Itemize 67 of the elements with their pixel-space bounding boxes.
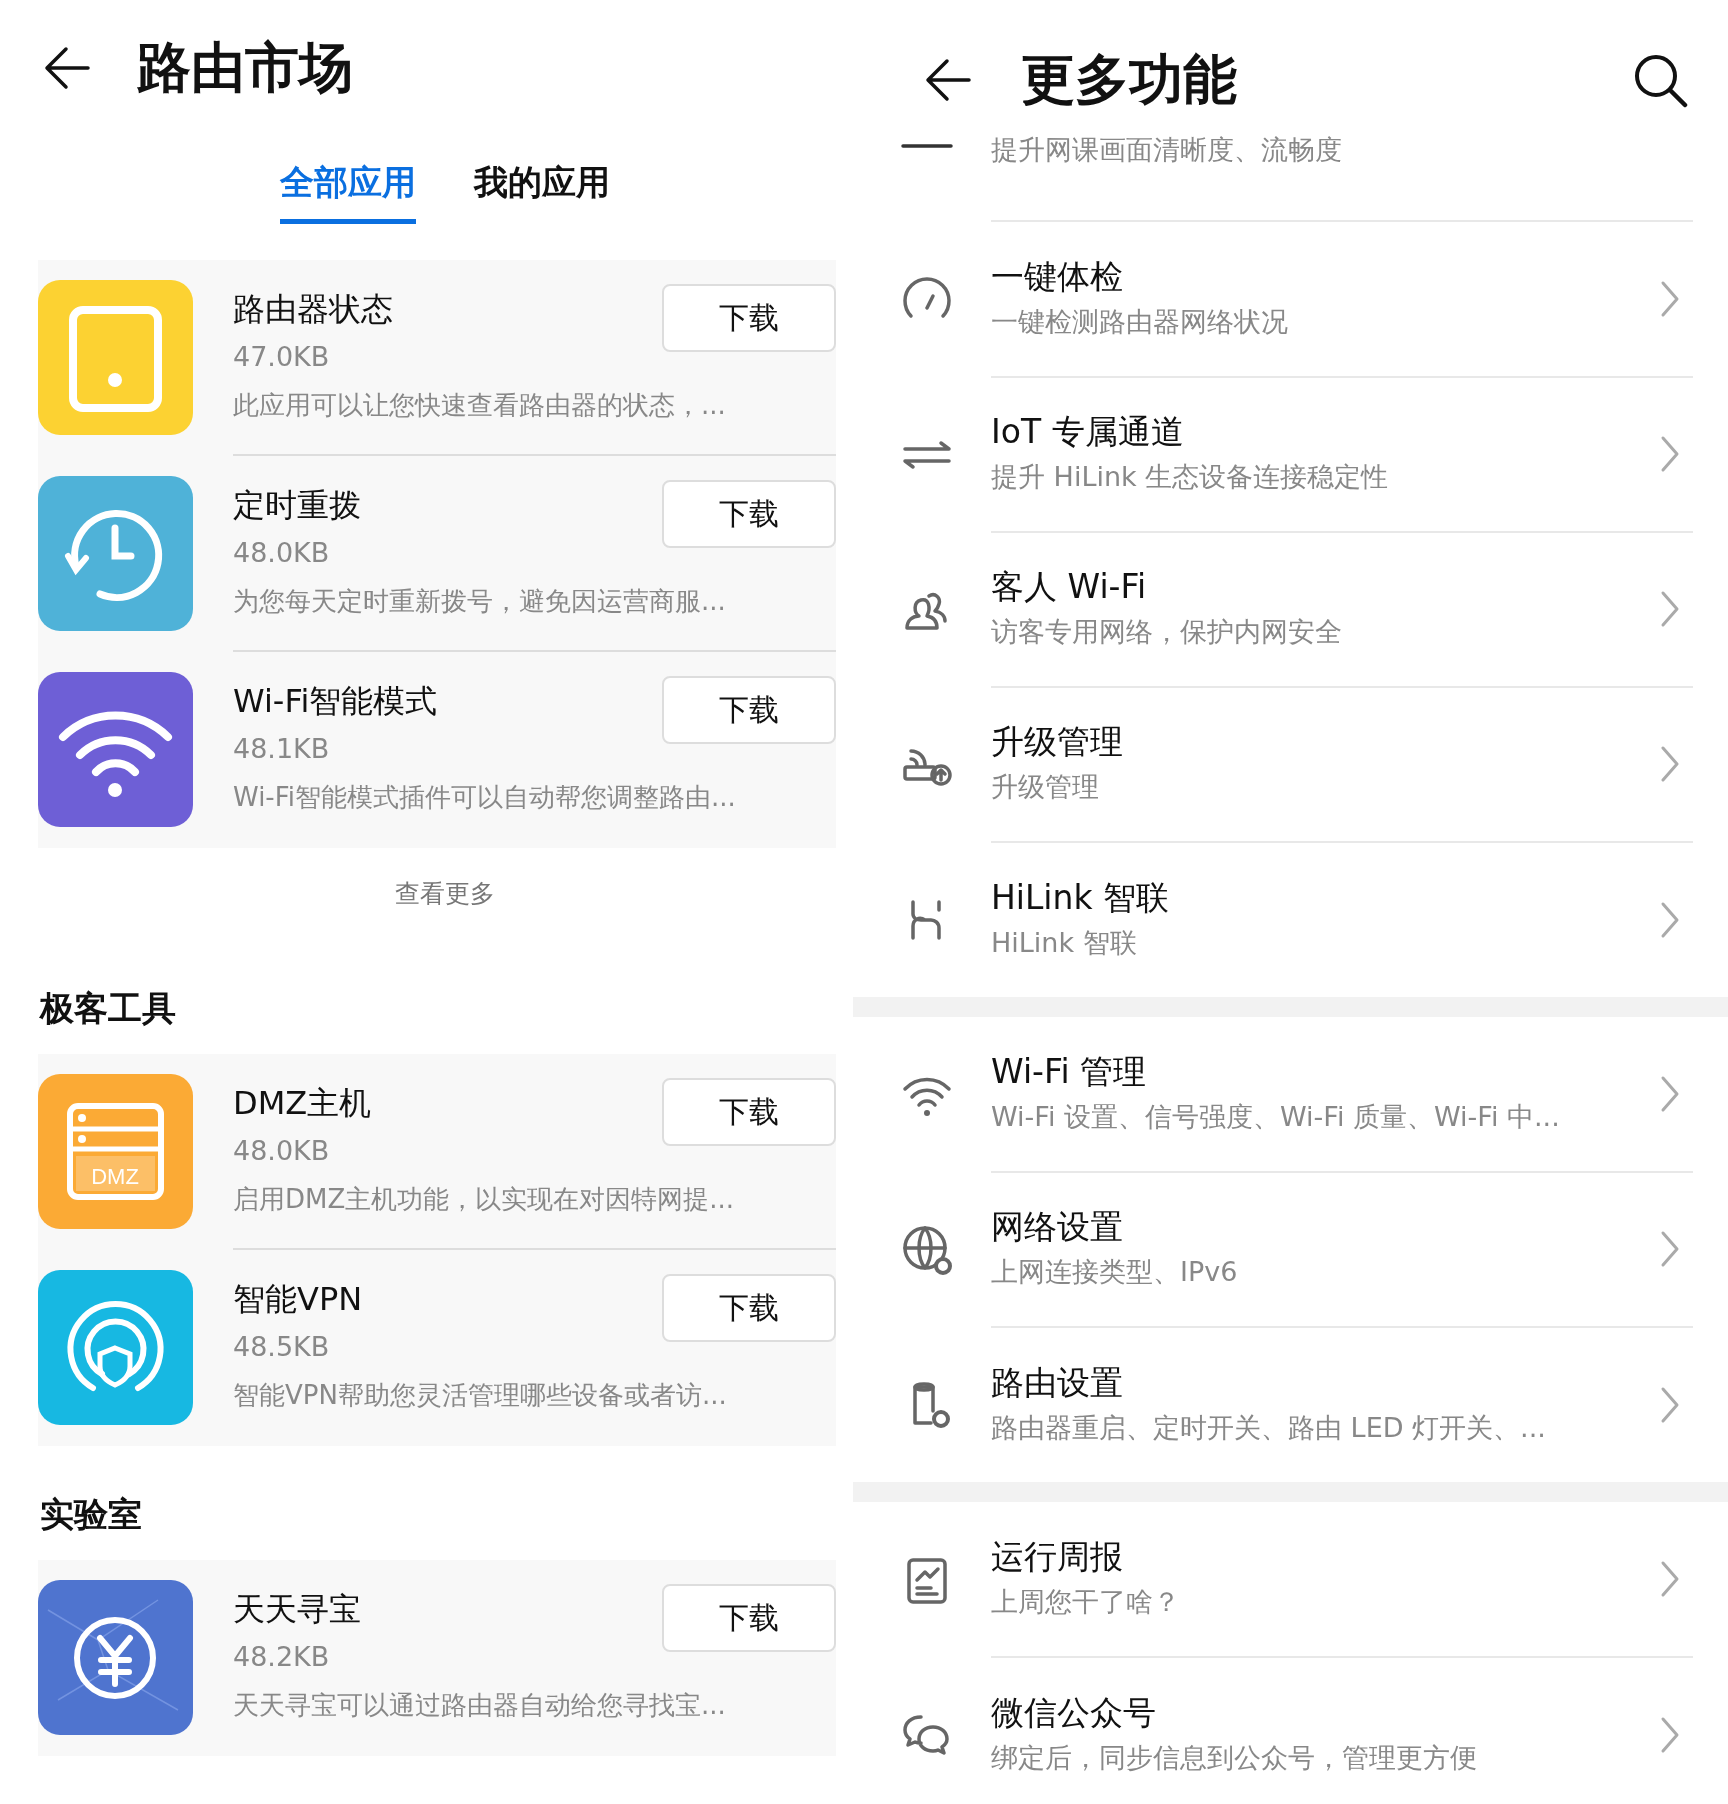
- search-icon[interactable]: [1632, 52, 1688, 108]
- item-title: 微信公众号: [991, 1691, 1157, 1734]
- item-title: 网络设置: [991, 1205, 1124, 1248]
- app-description: 启用DMZ主机功能，以实现在对因特网提...: [233, 1183, 736, 1216]
- item-title: 运行周报: [991, 1535, 1124, 1578]
- settings-row[interactable]: Wi-Fi 管理 Wi-Fi 设置、信号强度、Wi-Fi 质量、Wi-Fi 中...: [853, 1017, 1728, 1172]
- item-subtitle: 升级管理: [991, 769, 1100, 804]
- app-description: 此应用可以让您快速查看路由器的状态，...: [233, 389, 727, 422]
- download-button[interactable]: 下载: [662, 1078, 836, 1146]
- back-icon[interactable]: [42, 45, 92, 91]
- settings-row[interactable]: 微信公众号 绑定后，同步信息到公众号，管理更方便: [853, 1657, 1728, 1804]
- item-subtitle: 提升 HiLink 生态设备连接稳定性: [991, 459, 1390, 494]
- item-title: IoT 专属通道: [991, 410, 1185, 453]
- item-title: 升级管理: [991, 720, 1124, 763]
- settings-row[interactable]: IoT 专属通道 提升 HiLink 生态设备连接稳定性: [853, 377, 1728, 532]
- app-size: 48.5KB: [233, 1330, 331, 1364]
- download-button[interactable]: 下载: [662, 1584, 836, 1652]
- page-title: 更多功能: [1021, 46, 1238, 113]
- app-description: Wi-Fi智能模式插件可以自动帮您调整路由...: [233, 781, 737, 814]
- app-size: 48.2KB: [233, 1640, 331, 1674]
- app-name: Wi-Fi智能模式: [233, 681, 439, 722]
- item-title: Wi-Fi 管理: [991, 1050, 1148, 1093]
- app-name: DMZ主机: [233, 1083, 373, 1124]
- item-subtitle: 绑定后，同步信息到公众号，管理更方便: [991, 1740, 1478, 1775]
- app-name: 智能VPN: [233, 1279, 364, 1320]
- app-size: 47.0KB: [233, 340, 331, 374]
- page-title: 路由市场: [137, 34, 353, 101]
- item-subtitle: 上周您干了啥？: [991, 1584, 1181, 1619]
- server-icon: DMZ: [38, 1074, 193, 1229]
- section-heading: 极客工具: [40, 987, 177, 1030]
- settings-row[interactable]: 一键体检 一键检测路由器网络状况: [853, 222, 1728, 377]
- item-subtitle: 上网连接类型、IPv6: [991, 1254, 1239, 1289]
- item-title: 一键体检: [991, 255, 1124, 298]
- item-title: HiLink 智联: [991, 876, 1171, 919]
- download-button[interactable]: 下载: [662, 284, 836, 352]
- dash-icon: [899, 142, 955, 150]
- see-more-link[interactable]: 查看更多: [394, 876, 495, 912]
- item-subtitle: 访客专用网络，保护内网安全: [991, 614, 1343, 649]
- settings-row[interactable]: 客人 Wi-Fi 访客专用网络，保护内网安全: [853, 532, 1728, 687]
- item-title: 路由设置: [991, 1361, 1124, 1404]
- settings-row[interactable]: 网络设置 上网连接类型、IPv6: [853, 1172, 1728, 1327]
- item-subtitle: HiLink 智联: [991, 925, 1138, 960]
- tab[interactable]: 我的应用: [473, 158, 610, 224]
- item-subtitle: 提升网课画面清晰度、流畅度: [991, 133, 1342, 167]
- app-name: 天天寻宝: [233, 1589, 362, 1630]
- download-button[interactable]: 下载: [662, 480, 836, 548]
- app-size: 48.1KB: [233, 732, 331, 766]
- section-heading: 实验室: [40, 1493, 143, 1536]
- item-subtitle: 路由器重启、定时开关、路由 LED 灯开关、...: [991, 1410, 1547, 1445]
- app-size: 48.0KB: [233, 536, 331, 570]
- settings-row[interactable]: 路由设置 路由器重启、定时开关、路由 LED 灯开关、...: [853, 1327, 1728, 1482]
- app-name: 路由器状态: [233, 289, 394, 330]
- download-button[interactable]: 下载: [662, 1274, 836, 1342]
- app-description: 为您每天定时重新拨号，避免因运营商服...: [233, 585, 727, 618]
- item-title: 客人 Wi-Fi: [991, 565, 1148, 608]
- tab[interactable]: 全部应用: [279, 158, 416, 224]
- item-subtitle: 一键检测路由器网络状况: [991, 304, 1289, 339]
- app-description: 智能VPN帮助您灵活管理哪些设备或者访...: [233, 1379, 728, 1412]
- item-subtitle: Wi-Fi 设置、信号强度、Wi-Fi 质量、Wi-Fi 中...: [991, 1099, 1561, 1134]
- app-description: 天天寻宝可以通过路由器自动给您寻找宝...: [233, 1689, 727, 1722]
- download-button[interactable]: 下载: [662, 676, 836, 744]
- settings-row[interactable]: 运行周报 上周您干了啥？: [853, 1502, 1728, 1657]
- settings-row[interactable]: HiLink 智联 HiLink 智联: [853, 842, 1728, 997]
- back-icon[interactable]: [923, 57, 973, 103]
- app-name: 定时重拨: [233, 485, 362, 526]
- app-size: 48.0KB: [233, 1134, 331, 1168]
- settings-row[interactable]: 升级管理 升级管理: [853, 687, 1728, 842]
